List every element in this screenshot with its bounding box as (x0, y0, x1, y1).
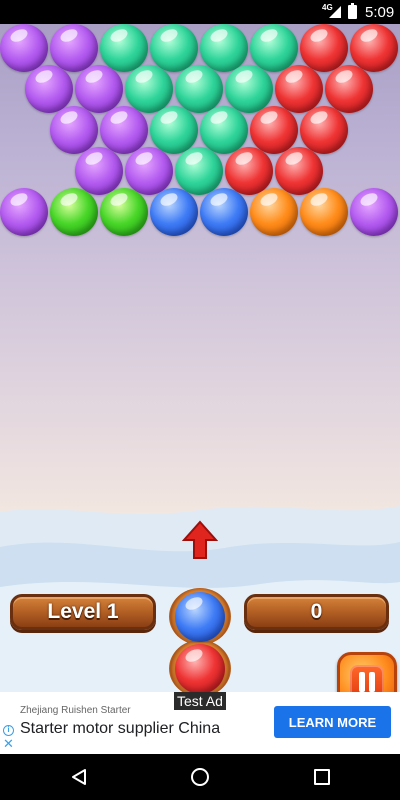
teal-bubble (125, 65, 173, 113)
status-bar: 4G 5:09 (0, 0, 400, 24)
purple-bubble (100, 106, 148, 154)
purple-bubble (125, 147, 173, 195)
ad-sponsor: Zhejiang Ruishen Starter (20, 705, 131, 716)
game-board[interactable]: Level 1 0 (0, 24, 400, 692)
pause-button[interactable] (337, 652, 397, 692)
red-bubble (250, 106, 298, 154)
score-panel: 0 (244, 594, 389, 630)
learn-more-button[interactable]: LEARN MORE (274, 706, 391, 738)
orange-bubble (300, 188, 348, 236)
blue-bubble (150, 188, 198, 236)
level-panel: Level 1 (10, 594, 156, 630)
red-bubble (275, 147, 323, 195)
back-icon[interactable] (70, 768, 88, 786)
ad-close-icon[interactable]: ✕ (3, 737, 14, 750)
red-bubble (325, 65, 373, 113)
ad-test-label: Test Ad (174, 692, 226, 710)
purple-bubble (350, 188, 398, 236)
teal-bubble (250, 24, 298, 72)
aim-arrow-icon (182, 520, 218, 559)
current-bubble[interactable] (175, 592, 225, 642)
teal-bubble (200, 106, 248, 154)
bubble-shooter[interactable] (169, 588, 231, 692)
red-bubble (225, 147, 273, 195)
purple-bubble (0, 24, 48, 72)
purple-bubble (50, 24, 98, 72)
red-bubble (300, 106, 348, 154)
purple-bubble (25, 65, 73, 113)
green-bubble (50, 188, 98, 236)
red-bubble (275, 65, 323, 113)
teal-bubble (150, 106, 198, 154)
home-icon[interactable] (191, 768, 209, 786)
teal-bubble (100, 24, 148, 72)
pause-icon (350, 665, 384, 692)
recents-icon[interactable] (314, 769, 330, 785)
teal-bubble (225, 65, 273, 113)
level-label: Level 1 (47, 600, 119, 623)
score-value: 0 (310, 600, 323, 623)
ad-title[interactable]: Starter motor supplier China (20, 720, 220, 738)
blue-bubble (200, 188, 248, 236)
green-bubble (100, 188, 148, 236)
teal-bubble (150, 24, 198, 72)
clock: 5:09 (365, 4, 395, 21)
purple-bubble (75, 65, 123, 113)
ad-info-icon[interactable]: i (3, 725, 14, 736)
purple-bubble (0, 188, 48, 236)
red-bubble (300, 24, 348, 72)
signal-icon (329, 6, 341, 18)
teal-bubble (175, 65, 223, 113)
teal-bubble (175, 147, 223, 195)
purple-bubble (75, 147, 123, 195)
navigation-bar (0, 754, 400, 800)
red-bubble (350, 24, 398, 72)
next-bubble[interactable] (175, 644, 225, 692)
orange-bubble (250, 188, 298, 236)
purple-bubble (50, 106, 98, 154)
battery-icon (348, 3, 357, 19)
teal-bubble (200, 24, 248, 72)
